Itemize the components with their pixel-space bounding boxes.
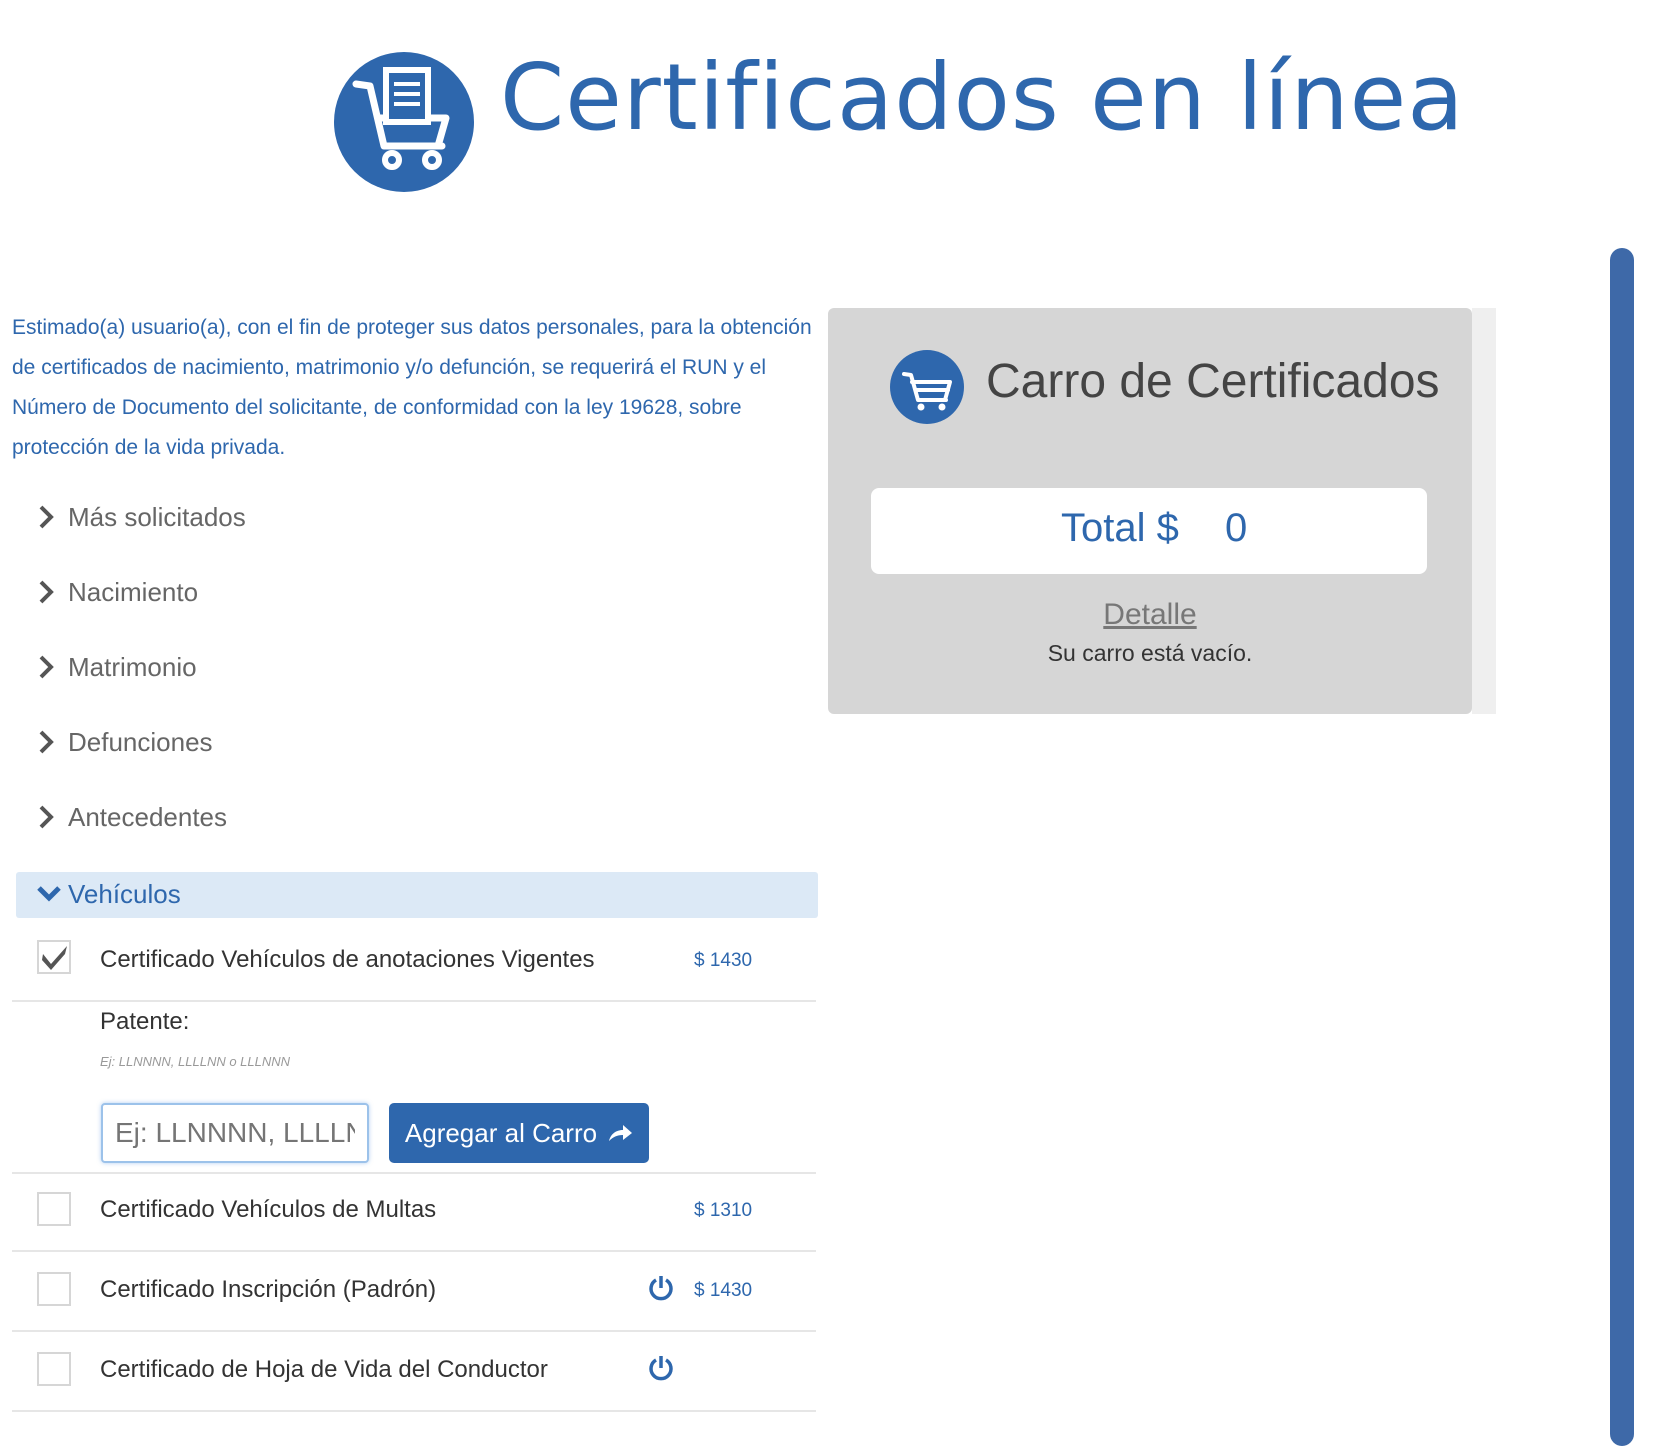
cart-document-icon — [334, 52, 474, 192]
certificate-title: Certificado de Hoja de Vida del Conducto… — [100, 1356, 548, 1383]
certificate-checkbox[interactable] — [37, 1192, 71, 1226]
certificate-price: $ 1430 — [694, 1280, 753, 1301]
certificate-title: Certificado Inscripción (Padrón) — [100, 1276, 437, 1303]
category-nacimiento[interactable]: Nacimiento — [16, 565, 816, 640]
share-arrow-icon — [609, 1125, 633, 1141]
power-icon[interactable] — [648, 1354, 674, 1382]
category-antecedentes[interactable]: Antecedentes — [16, 790, 816, 865]
cart-icon — [890, 350, 964, 424]
cart-total-box: Total $ 0 — [871, 488, 1427, 574]
chevron-right-icon — [39, 505, 54, 529]
certificate-row: Certificado de Hoja de Vida del Conducto… — [12, 1332, 816, 1412]
category-label: Vehículos — [68, 879, 181, 909]
certificate-row: Certificado Vehículos de Multas $ 1310 — [12, 1174, 816, 1252]
category-defunciones[interactable]: Defunciones — [16, 715, 816, 790]
certificate-checkbox[interactable] — [37, 1272, 71, 1306]
category-label: Defunciones — [68, 727, 213, 757]
category-accordion: Más solicitados Nacimiento Matrimonio De… — [16, 490, 816, 865]
add-to-cart-label: Agregar al Carro — [404, 1117, 598, 1148]
category-matrimonio[interactable]: Matrimonio — [16, 640, 816, 715]
certificate-title: Certificado Vehículos de Multas — [100, 1196, 437, 1223]
category-label: Antecedentes — [68, 802, 228, 832]
power-icon[interactable] — [648, 1274, 674, 1302]
chevron-right-icon — [39, 655, 54, 679]
certificate-price: $ 1430 — [694, 950, 753, 971]
category-mas-solicitados[interactable]: Más solicitados — [16, 490, 816, 565]
certificate-checkbox[interactable] — [37, 1352, 71, 1386]
certificate-row: Certificado Inscripción (Padrón) $ 1430 — [12, 1252, 816, 1332]
chevron-right-icon — [39, 730, 54, 754]
cart-empty-message: Su carro está vacío. — [1047, 640, 1253, 666]
chevron-right-icon — [39, 580, 54, 604]
patente-hint: Ej: LLNNNN, LLLLNN o LLLNNN — [100, 1054, 291, 1069]
certificate-row: Certificado Vehículos de anotaciones Vig… — [12, 920, 816, 1002]
cart-panel-edge — [1472, 308, 1496, 714]
category-label: Nacimiento — [68, 577, 199, 607]
patente-label: Patente: — [100, 1008, 190, 1035]
chevron-down-icon — [37, 886, 61, 902]
patente-input[interactable] — [101, 1103, 369, 1163]
category-vehiculos[interactable]: Vehículos — [16, 872, 818, 918]
category-label: Matrimonio — [68, 652, 197, 682]
cart-total-label: Total $ — [1061, 506, 1179, 550]
certificate-checkbox[interactable] — [37, 940, 71, 974]
certificate-price: $ 1310 — [694, 1200, 753, 1221]
page-header: Certificados en línea — [334, 44, 1464, 202]
add-to-cart-button[interactable]: Agregar al Carro — [389, 1103, 649, 1163]
cart-detail-link[interactable]: Detalle — [828, 598, 1472, 632]
cart-panel: Carro de Certificados Total $ 0 Detalle … — [828, 308, 1472, 714]
page-title: Certificados en línea — [500, 44, 1465, 151]
cart-total-value: 0 — [1225, 506, 1248, 550]
privacy-notice: Estimado(a) usuario(a), con el fin de pr… — [12, 316, 812, 459]
category-label: Más solicitados — [68, 502, 246, 532]
chevron-right-icon — [39, 805, 54, 829]
checkmark-icon — [42, 946, 67, 970]
scrollbar[interactable] — [1610, 248, 1634, 1446]
certificate-title: Certificado Vehículos de anotaciones Vig… — [100, 946, 595, 973]
cart-title: Carro de Certificados — [986, 355, 1440, 408]
